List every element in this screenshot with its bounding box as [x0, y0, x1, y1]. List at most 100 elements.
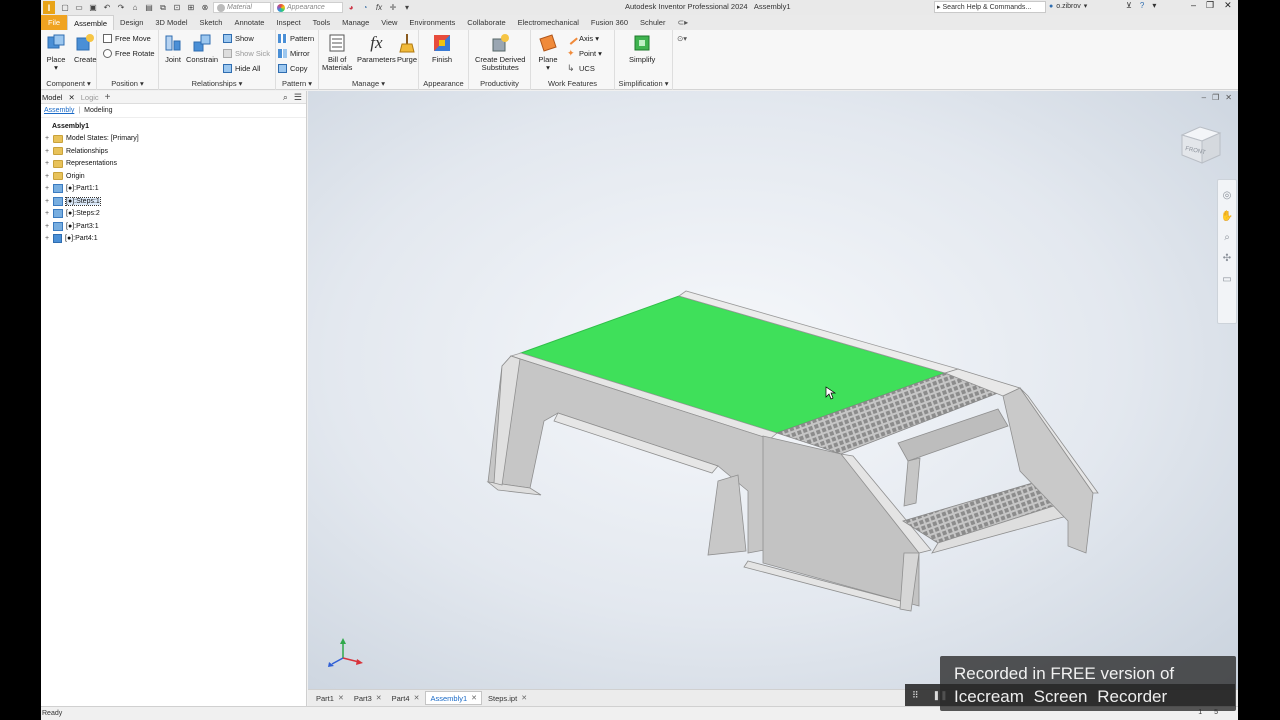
pan-hand-icon[interactable]: ✋ [1221, 211, 1233, 222]
mode-tab-modeling[interactable]: Modeling [84, 107, 112, 114]
point-button[interactable]: ✦ Point ▾ [567, 49, 602, 59]
minimize-icon[interactable]: – [1191, 0, 1196, 11]
graphics-window[interactable]: – ❐ ✕ FRONT ◎ ✋ ⌕ ✣ ▭ [308, 91, 1238, 689]
zoom-icon[interactable]: ⌕ [1224, 232, 1230, 243]
assembly-model[interactable] [308, 91, 1238, 689]
free-rotate-button[interactable]: Free Rotate [103, 49, 155, 58]
hide-all-button[interactable]: Hide All [223, 64, 260, 73]
mode-tab-assembly[interactable]: Assembly [44, 107, 74, 114]
close-tab-icon[interactable]: ✕ [521, 694, 527, 702]
close-model-tab-icon[interactable]: ✕ [68, 93, 74, 102]
doc-tab-part1[interactable]: Part1 ✕ [312, 691, 348, 705]
manage-panel-label[interactable]: Manage ▾ [319, 79, 418, 88]
user-menu[interactable]: ● o.zibrov ▾ [1049, 2, 1087, 11]
expand-icon[interactable]: + [44, 173, 50, 180]
tab-collaborate[interactable]: Collaborate [461, 15, 511, 30]
tree-item-model-states[interactable]: + Model States: [Primary] [44, 133, 306, 146]
add-tab-icon[interactable]: + [105, 92, 111, 103]
tree-item-part3[interactable]: + [●]:Part3:1 [44, 220, 306, 233]
adjust-icon[interactable]: ◕ [345, 2, 357, 14]
joint-button[interactable]: Joint [163, 33, 183, 64]
doc-tab-steps-ipt[interactable]: Steps.ipt ✕ [484, 691, 531, 705]
viewcube[interactable]: FRONT [1178, 123, 1224, 171]
tab-schuler[interactable]: Schuler [634, 15, 671, 30]
measure-icon[interactable]: ⊡ [171, 2, 183, 14]
mirror-button[interactable]: Mirror [278, 49, 310, 58]
expand-icon[interactable]: + [44, 135, 50, 142]
create-button[interactable]: Create [74, 33, 97, 64]
close-tab-icon[interactable]: ✕ [338, 694, 344, 702]
tree-item-steps-2[interactable]: + [●]:Steps:2 [44, 208, 306, 221]
relationships-panel-label[interactable]: Relationships ▾ [159, 79, 275, 88]
doc-tab-assembly1[interactable]: Assembly1 ✕ [425, 691, 482, 705]
parameters-button[interactable]: fx Parameters [357, 33, 396, 64]
tab-manage[interactable]: Manage [336, 15, 375, 30]
help-chevron-icon[interactable]: ▾ [1152, 1, 1156, 10]
doc-tab-part3[interactable]: Part3 ✕ [350, 691, 386, 705]
tab-fusion-360[interactable]: Fusion 360 [585, 15, 634, 30]
properties-icon[interactable]: ▤ [143, 2, 155, 14]
pan-icon[interactable]: ✛ [387, 2, 399, 14]
new-icon[interactable]: ▢ [59, 2, 71, 14]
close-tab-icon[interactable]: ✕ [376, 694, 382, 702]
inventor-logo-icon[interactable]: I [43, 1, 55, 14]
appearance-dropdown[interactable]: Appearance [273, 2, 343, 13]
tab-inspect[interactable]: Inspect [270, 15, 306, 30]
tree-item-representations[interactable]: + Representations [44, 158, 306, 171]
orbit-icon[interactable]: ✣ [1223, 253, 1231, 264]
ribbon-options-icon[interactable]: ⊙▾ [677, 34, 687, 43]
material-dropdown[interactable]: Material [213, 2, 271, 13]
browser-tab-logic[interactable]: Logic [81, 93, 99, 102]
tree-item-steps-1[interactable]: + [●]:Steps:1 [44, 195, 306, 208]
pattern-panel-label[interactable]: Pattern ▾ [276, 79, 318, 88]
close-tab-icon[interactable]: ✕ [471, 694, 477, 702]
customize-icon[interactable]: ▾ [401, 2, 413, 14]
tree-root-assembly1[interactable]: Assembly1 [44, 120, 306, 133]
tab-view[interactable]: View [375, 15, 403, 30]
tab-file[interactable]: File [41, 15, 68, 30]
expand-icon[interactable]: + [44, 210, 50, 217]
tab-annotate[interactable]: Annotate [228, 15, 270, 30]
look-at-icon[interactable]: ▭ [1222, 274, 1231, 285]
tab-overflow-icon[interactable]: ⊂▸ [671, 15, 694, 30]
tab-tools[interactable]: Tools [307, 15, 337, 30]
undo-icon[interactable]: ↶ [101, 2, 113, 14]
cart-icon[interactable]: ⊻ [1126, 1, 1132, 10]
help-search-input[interactable]: ▸ Search Help & Commands... [934, 1, 1046, 13]
select-icon[interactable]: ⧉ [157, 2, 169, 14]
help-icon[interactable]: ? [1140, 1, 1144, 10]
position-panel-label[interactable]: Position ▾ [97, 79, 158, 88]
redo-icon[interactable]: ↷ [115, 2, 127, 14]
tree-item-part4[interactable]: + [●]:Part4:1 [44, 233, 306, 246]
expand-icon[interactable]: + [44, 198, 50, 205]
show-sick-button[interactable]: Show Sick [223, 49, 270, 58]
create-derived-substitutes-button[interactable]: Create Derived Substitutes [475, 33, 525, 72]
purge-button[interactable]: Purge [397, 33, 417, 64]
copy-button[interactable]: Copy [278, 64, 308, 73]
tab-electromechanical[interactable]: Electromechanical [512, 15, 585, 30]
plane-button[interactable]: Plane ▾ [538, 33, 558, 72]
component-panel-label[interactable]: Component ▾ [41, 79, 96, 88]
tab-assemble[interactable]: Assemble [67, 15, 115, 30]
expand-icon[interactable]: + [44, 148, 50, 155]
update-icon[interactable]: ⊞ [185, 2, 197, 14]
steering-wheel-icon[interactable]: ◎ [1223, 190, 1232, 201]
tab-sketch[interactable]: Sketch [194, 15, 229, 30]
drag-handle-icon[interactable]: ⠿ [912, 690, 919, 701]
open-icon[interactable]: ▭ [73, 2, 85, 14]
simplification-panel-label[interactable]: Simplification ▾ [615, 79, 672, 88]
close-tab-icon[interactable]: ✕ [414, 694, 420, 702]
clear-appearance-icon[interactable]: ◔ [359, 2, 371, 14]
axis-button[interactable]: Axis ▾ [565, 32, 599, 45]
ucs-button[interactable]: ↳ UCS [567, 64, 595, 74]
expand-icon[interactable]: + [44, 235, 50, 242]
pattern-button[interactable]: Pattern [278, 34, 314, 43]
tree-item-relationships[interactable]: + Relationships [44, 145, 306, 158]
expand-icon[interactable]: + [44, 160, 50, 167]
browser-menu-icon[interactable]: ☰ [294, 92, 302, 103]
expand-icon[interactable]: + [44, 223, 50, 230]
tab-environments[interactable]: Environments [403, 15, 461, 30]
save-icon[interactable]: ▣ [87, 2, 99, 14]
tree-item-part1[interactable]: + [●]:Part1:1 [44, 183, 306, 196]
fx-icon[interactable]: fx [373, 2, 385, 14]
